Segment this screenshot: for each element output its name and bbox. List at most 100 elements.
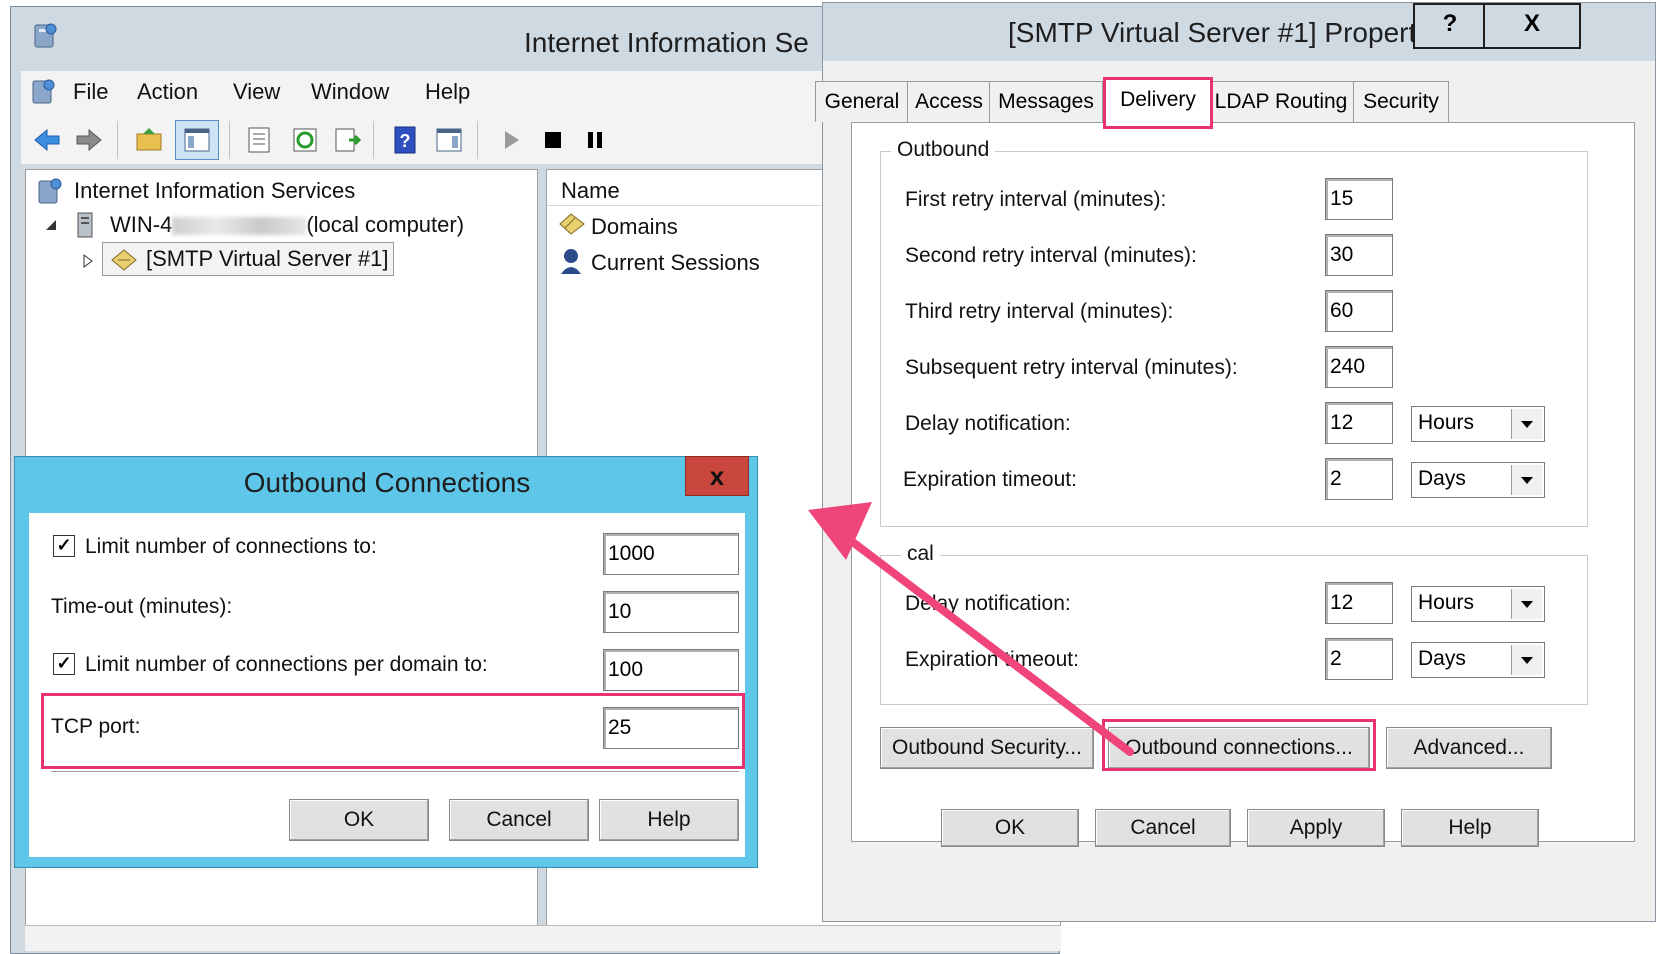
- stop-icon[interactable]: [537, 124, 569, 156]
- context-help-button[interactable]: ?: [1413, 3, 1487, 49]
- computer-name-redacted: [172, 217, 307, 236]
- local-expiration-timeout-input[interactable]: [1325, 638, 1393, 680]
- outbound-delay-notification-label: Delay notification:: [905, 412, 1071, 435]
- list-item-domains[interactable]: Domains: [591, 214, 678, 240]
- computer-server-icon: [77, 212, 93, 238]
- chevron-down-icon[interactable]: [1511, 409, 1542, 439]
- outbound-security-button[interactable]: Outbound Security...: [880, 727, 1094, 769]
- iis-status-bar: [25, 925, 1061, 951]
- outbound-delay-unit-select[interactable]: Hours: [1411, 406, 1545, 442]
- local-expiration-timeout-label: Expiration timeout:: [905, 648, 1079, 671]
- help-book-icon[interactable]: ?: [389, 124, 421, 156]
- tab-messages[interactable]: Messages: [989, 81, 1103, 122]
- current-sessions-icon: [561, 249, 581, 274]
- show-hide-console-tree-icon[interactable]: [181, 124, 213, 156]
- oc-help-button[interactable]: Help: [599, 799, 739, 841]
- outbound-expiration-unit-select[interactable]: Days: [1411, 462, 1545, 498]
- chevron-down-icon[interactable]: [1511, 465, 1542, 495]
- iis-root-icon: [38, 178, 62, 204]
- local-delay-notification-input[interactable]: [1325, 582, 1393, 624]
- forward-arrow-icon[interactable]: [73, 124, 105, 156]
- menu-file[interactable]: File: [73, 79, 108, 105]
- limit-connections-checkbox[interactable]: ✓: [53, 535, 75, 557]
- first-retry-label: First retry interval (minutes):: [905, 188, 1167, 211]
- tab-ldap-routing[interactable]: LDAP Routing: [1207, 81, 1355, 122]
- subsequent-retry-label: Subsequent retry interval (minutes):: [905, 356, 1238, 379]
- iis-app-icon: [34, 23, 57, 48]
- up-folder-icon[interactable]: [133, 124, 165, 156]
- chevron-down-icon[interactable]: [1511, 589, 1542, 619]
- tree-item-iis-root[interactable]: Internet Information Services: [74, 178, 355, 204]
- smtp-properties-dialog: [SMTP Virtual Server #1] Properties ? X …: [815, 2, 1656, 922]
- smtp-close-button[interactable]: X: [1483, 3, 1581, 49]
- menu-action[interactable]: Action: [137, 79, 198, 105]
- smtp-server-icon: [111, 249, 137, 271]
- third-retry-label: Third retry interval (minutes):: [905, 300, 1174, 323]
- tab-security[interactable]: Security: [1353, 81, 1449, 122]
- outbound-expiration-unit-value: Days: [1418, 467, 1466, 490]
- outbound-delay-notification-input[interactable]: [1325, 402, 1393, 444]
- iis-window-title: Internet Information Se: [524, 27, 809, 58]
- smtp-apply-button[interactable]: Apply: [1247, 809, 1385, 847]
- menu-help[interactable]: Help: [425, 79, 470, 105]
- second-retry-input[interactable]: [1325, 234, 1393, 276]
- limit-per-domain-label: Limit number of connections per domain t…: [85, 653, 488, 676]
- advanced-button[interactable]: Advanced...: [1386, 727, 1552, 769]
- outbound-group-label: Outbound: [891, 138, 996, 162]
- show-hide-action-pane-icon[interactable]: [433, 124, 465, 156]
- outbound-connections-button[interactable]: Outbound connections...: [1108, 727, 1370, 769]
- outbound-group: Outbound First retry interval (minutes):…: [880, 138, 1588, 527]
- properties-icon[interactable]: [243, 124, 275, 156]
- outbound-connections-title[interactable]: Outbound Connections: [15, 467, 759, 499]
- tcp-port-input[interactable]: [603, 707, 739, 749]
- tree-collapsed-chevron-icon[interactable]: [82, 254, 94, 268]
- svg-text:?: ?: [400, 131, 411, 151]
- tree-item-computer[interactable]: WIN-4 (local computer): [110, 212, 464, 238]
- smtp-dialog-title: [SMTP Virtual Server #1] Properties: [1008, 17, 1453, 48]
- computer-name-suffix: (local computer): [306, 212, 465, 237]
- pause-icon[interactable]: [579, 124, 611, 156]
- back-arrow-icon[interactable]: [31, 124, 63, 156]
- local-delay-notification-label: Delay notification:: [905, 592, 1071, 615]
- outbound-delay-unit-value: Hours: [1418, 411, 1475, 434]
- limit-per-domain-checkbox[interactable]: ✓: [53, 653, 75, 675]
- smtp-dialog-title-bar[interactable]: [SMTP Virtual Server #1] Properties ? X: [823, 3, 1655, 61]
- limit-connections-input[interactable]: [603, 533, 739, 575]
- iis-menu-app-icon[interactable]: [29, 77, 57, 107]
- checkmark-icon: ✓: [56, 535, 72, 555]
- oc-ok-button[interactable]: OK: [289, 799, 429, 841]
- tree-expanded-chevron-icon[interactable]: [44, 218, 58, 232]
- tab-access[interactable]: Access: [907, 81, 991, 122]
- smtp-help-button[interactable]: Help: [1401, 809, 1539, 847]
- local-delay-unit-select[interactable]: Hours: [1411, 586, 1545, 622]
- outbound-expiration-timeout-input[interactable]: [1325, 458, 1393, 500]
- third-retry-input[interactable]: [1325, 290, 1393, 332]
- first-retry-input[interactable]: [1325, 178, 1393, 220]
- export-list-icon[interactable]: [331, 124, 363, 156]
- subsequent-retry-input[interactable]: [1325, 346, 1393, 388]
- chevron-down-icon[interactable]: [1511, 645, 1542, 675]
- menu-window[interactable]: Window: [311, 79, 389, 105]
- smtp-ok-button[interactable]: OK: [941, 809, 1079, 847]
- tree-item-smtp-server[interactable]: [SMTP Virtual Server #1]: [146, 246, 389, 272]
- local-expiration-unit-value: Days: [1418, 647, 1466, 670]
- tab-delivery[interactable]: Delivery: [1103, 77, 1213, 129]
- local-expiration-unit-select[interactable]: Days: [1411, 642, 1545, 678]
- outbound-connections-close-button[interactable]: x: [685, 456, 749, 496]
- toolbar-separator: [117, 121, 118, 159]
- list-item-current-sessions[interactable]: Current Sessions: [591, 250, 760, 276]
- limit-per-domain-input[interactable]: [603, 649, 739, 691]
- column-name-header[interactable]: Name: [561, 178, 620, 204]
- timeout-input[interactable]: [603, 591, 739, 633]
- checkmark-icon: ✓: [56, 653, 72, 673]
- timeout-label: Time-out (minutes):: [51, 595, 233, 618]
- second-retry-label: Second retry interval (minutes):: [905, 244, 1197, 267]
- tab-general[interactable]: General: [815, 81, 909, 122]
- toolbar-separator: [477, 121, 478, 159]
- start-play-icon[interactable]: [495, 124, 527, 156]
- refresh-icon[interactable]: [289, 124, 321, 156]
- outbound-expiration-timeout-label: Expiration timeout:: [903, 468, 1077, 491]
- oc-cancel-button[interactable]: Cancel: [449, 799, 589, 841]
- menu-view[interactable]: View: [233, 79, 280, 105]
- smtp-cancel-button[interactable]: Cancel: [1095, 809, 1231, 847]
